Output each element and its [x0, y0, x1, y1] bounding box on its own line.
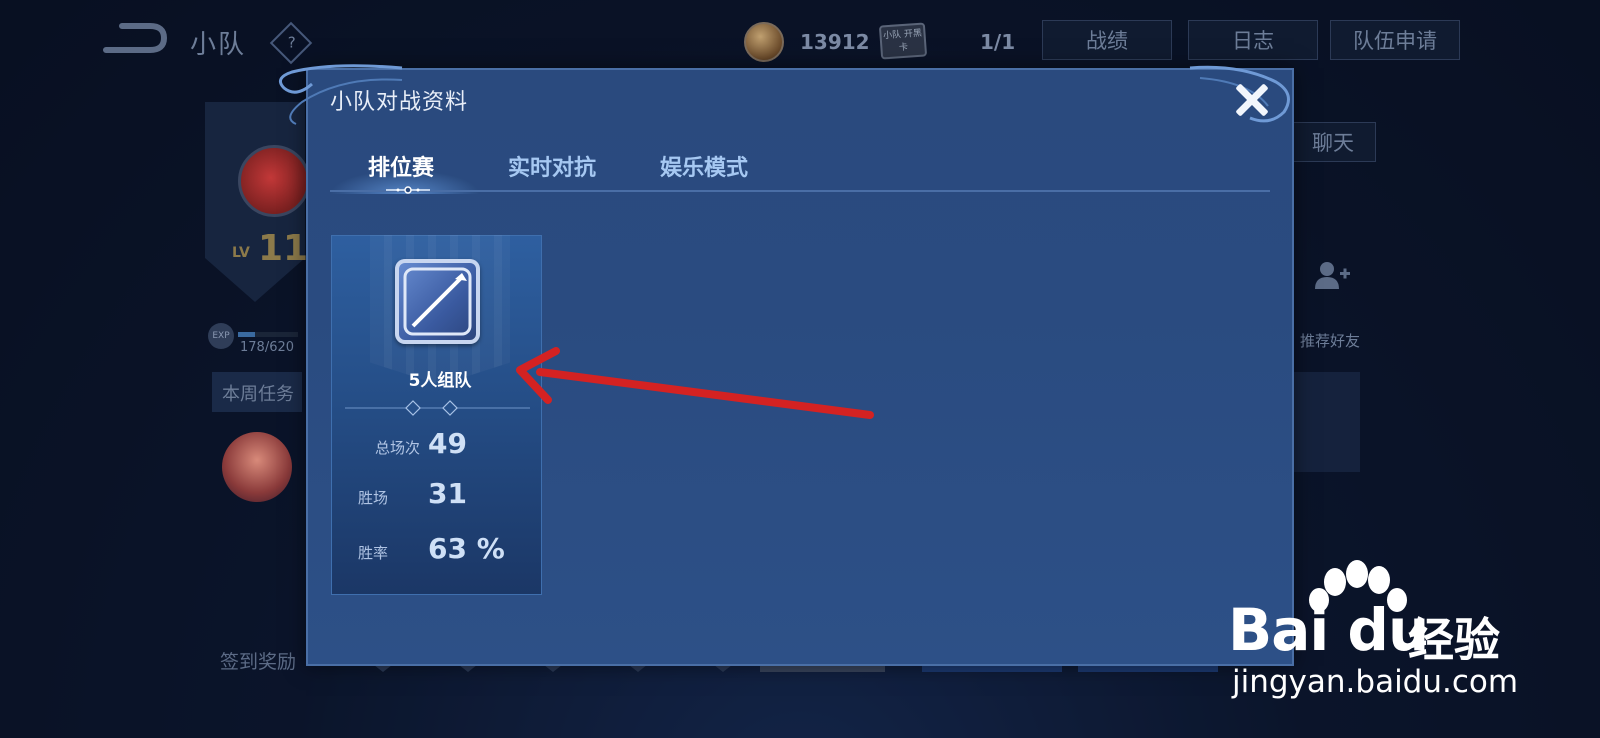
card-divider — [345, 400, 530, 416]
tabs-divider — [330, 190, 1270, 192]
level-value: 11 — [258, 228, 309, 269]
total-games-value: 49 — [428, 427, 467, 460]
member-count: 1/1 — [980, 30, 1016, 54]
page-title: 小队 — [190, 30, 247, 60]
team-logo — [238, 145, 310, 217]
exp-text: 178/620 — [240, 340, 295, 355]
back-arrow-icon[interactable] — [100, 20, 170, 56]
active-tab-indicator — [386, 186, 430, 194]
exp-progress-bar — [238, 332, 298, 337]
chat-button[interactable]: 聊天 — [1290, 122, 1376, 162]
tab-ranked[interactable]: 排位赛 — [368, 150, 434, 182]
dialog-title: 小队对战资料 — [330, 90, 469, 115]
five-player-team-icon — [395, 259, 480, 344]
exp-icon: EXP — [208, 323, 234, 349]
add-friend-icon[interactable] — [1314, 260, 1350, 290]
recommend-friends-label[interactable]: 推荐好友 — [1300, 330, 1360, 351]
coin-icon — [744, 22, 784, 62]
help-icon[interactable]: ? — [269, 21, 313, 65]
tab-realtime[interactable]: 实时对抗 — [508, 150, 596, 182]
win-rate-value: 63 % — [428, 532, 505, 565]
log-button[interactable]: 日志 — [1188, 20, 1318, 60]
avatar — [222, 432, 292, 502]
wins-value: 31 — [428, 477, 467, 510]
record-button[interactable]: 战绩 — [1042, 20, 1172, 60]
mode-label: 5人组队 — [408, 371, 472, 391]
baidu-logo-text: Bai du — [1228, 596, 1429, 664]
weekly-task-label: 本周任务 — [222, 384, 294, 405]
team-card-icon: 小队 开黑卡 — [878, 22, 928, 60]
jingyan-logo-text: 经验 — [1408, 613, 1500, 667]
signin-reward-label: 签到奖励 — [220, 651, 297, 673]
wins-label: 胜场 — [357, 489, 388, 507]
team-apply-button[interactable]: 队伍申请 — [1330, 20, 1460, 60]
coin-count: 13912 — [800, 30, 870, 54]
total-games-label: 总场次 — [374, 439, 420, 457]
tab-entertainment[interactable]: 娱乐模式 — [660, 150, 748, 182]
close-icon[interactable] — [1230, 78, 1274, 122]
watermark-url: jingyan.baidu.com — [1232, 664, 1519, 700]
level-label: LV — [232, 245, 250, 261]
win-rate-label: 胜率 — [357, 544, 388, 562]
